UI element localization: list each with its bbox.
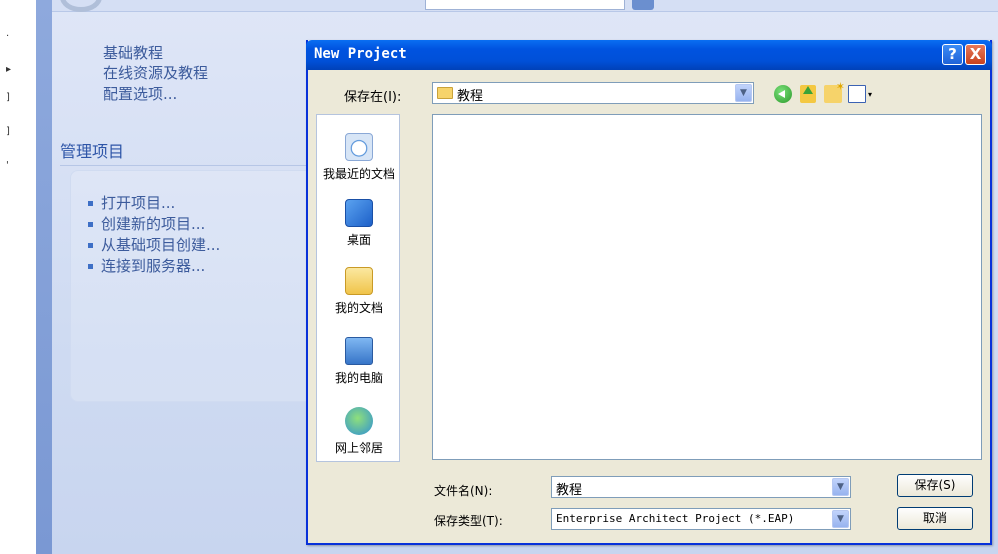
place-label: 我的文档 [334, 301, 383, 315]
link-online-resources[interactable]: 在线资源及教程 [103, 62, 208, 83]
open-project-link[interactable]: 打开项目... [88, 192, 175, 213]
connect-server-link[interactable]: 连接到服务器... [88, 255, 205, 276]
filetype-dropdown[interactable]: Enterprise Architect Project (*.EAP) ▼ [551, 508, 851, 530]
filename-value: 教程 [556, 483, 583, 498]
filetype-value: Enterprise Architect Project (*.EAP) [556, 512, 795, 525]
filename-label: 文件名(N): [434, 484, 493, 498]
connect-server-label: 连接到服务器... [101, 257, 206, 275]
dialog-title: New Project [314, 46, 407, 62]
place-label: 桌面 [346, 233, 371, 247]
bullet-icon [88, 201, 93, 206]
open-project-label: 打开项目... [101, 194, 176, 212]
view-menu-arrow-icon[interactable]: ▾ [868, 90, 872, 99]
close-button[interactable]: X [965, 44, 986, 65]
strip-mark: . [6, 28, 10, 39]
desktop-icon [345, 199, 373, 227]
create-from-base-label: 从基础项目创建... [101, 236, 221, 254]
top-search-button[interactable] [632, 0, 654, 10]
back-icon[interactable] [774, 85, 792, 103]
up-folder-icon[interactable] [800, 85, 816, 103]
save-in-dropdown[interactable]: 教程 ▼ [432, 82, 754, 104]
my-computer-icon [345, 337, 373, 365]
place-label: 我的电脑 [334, 371, 383, 385]
save-in-label: 保存在(I): [344, 90, 402, 105]
my-documents-icon [345, 267, 373, 295]
place-desktop[interactable]: 桌面 [317, 199, 401, 248]
view-menu-icon[interactable] [848, 85, 866, 103]
new-folder-icon[interactable] [824, 80, 845, 103]
strip-mark: ▸ [6, 64, 12, 75]
link-config-options[interactable]: 配置选项... [103, 83, 177, 104]
strip-mark: ' [6, 160, 9, 171]
chevron-down-icon[interactable]: ▼ [832, 510, 849, 528]
left-window-strip: . ▸ ] ] ' [0, 0, 36, 554]
strip-mark: ] [6, 92, 10, 103]
network-places-icon [345, 407, 373, 435]
divider [60, 165, 310, 166]
bullet-icon [88, 264, 93, 269]
folder-icon [437, 87, 453, 99]
dialog-titlebar[interactable]: New Project ? X [306, 40, 992, 70]
place-label: 我最近的文档 [322, 167, 395, 181]
places-bar: 我最近的文档 桌面 我的文档 我的电脑 网上邻居 [316, 114, 400, 462]
place-network[interactable]: 网上邻居 [317, 407, 401, 456]
top-search-input[interactable] [425, 0, 625, 10]
filename-input[interactable]: 教程 ▼ [551, 476, 851, 498]
place-my-documents[interactable]: 我的文档 [317, 267, 401, 316]
chevron-down-icon[interactable]: ▼ [735, 84, 752, 102]
create-project-link[interactable]: 创建新的项目... [88, 213, 205, 234]
recent-documents-icon [345, 133, 373, 161]
bullet-icon [88, 222, 93, 227]
bullet-icon [88, 243, 93, 248]
link-basic-tutorial[interactable]: 基础教程 [103, 42, 163, 63]
chevron-down-icon[interactable]: ▼ [832, 478, 849, 496]
create-project-label: 创建新的项目... [101, 215, 206, 233]
file-list-view[interactable] [432, 114, 982, 460]
help-button[interactable]: ? [942, 44, 963, 65]
section-title-manage-projects: 管理项目 [60, 142, 125, 161]
place-label: 网上邻居 [334, 441, 383, 455]
new-project-dialog: New Project ? X 保存在(I): 教程 ▼ ▾ 我最近的文档 桌面… [306, 40, 992, 545]
save-button[interactable]: 保存(S) [897, 474, 973, 497]
window-border [36, 0, 52, 554]
cancel-button[interactable]: 取消 [897, 507, 973, 530]
place-my-computer[interactable]: 我的电脑 [317, 337, 401, 386]
strip-mark: ] [6, 126, 10, 137]
create-from-base-link[interactable]: 从基础项目创建... [88, 234, 220, 255]
filetype-label: 保存类型(T): [434, 514, 503, 528]
save-in-value: 教程 [457, 89, 484, 104]
place-recent-documents[interactable]: 我最近的文档 [317, 133, 401, 182]
